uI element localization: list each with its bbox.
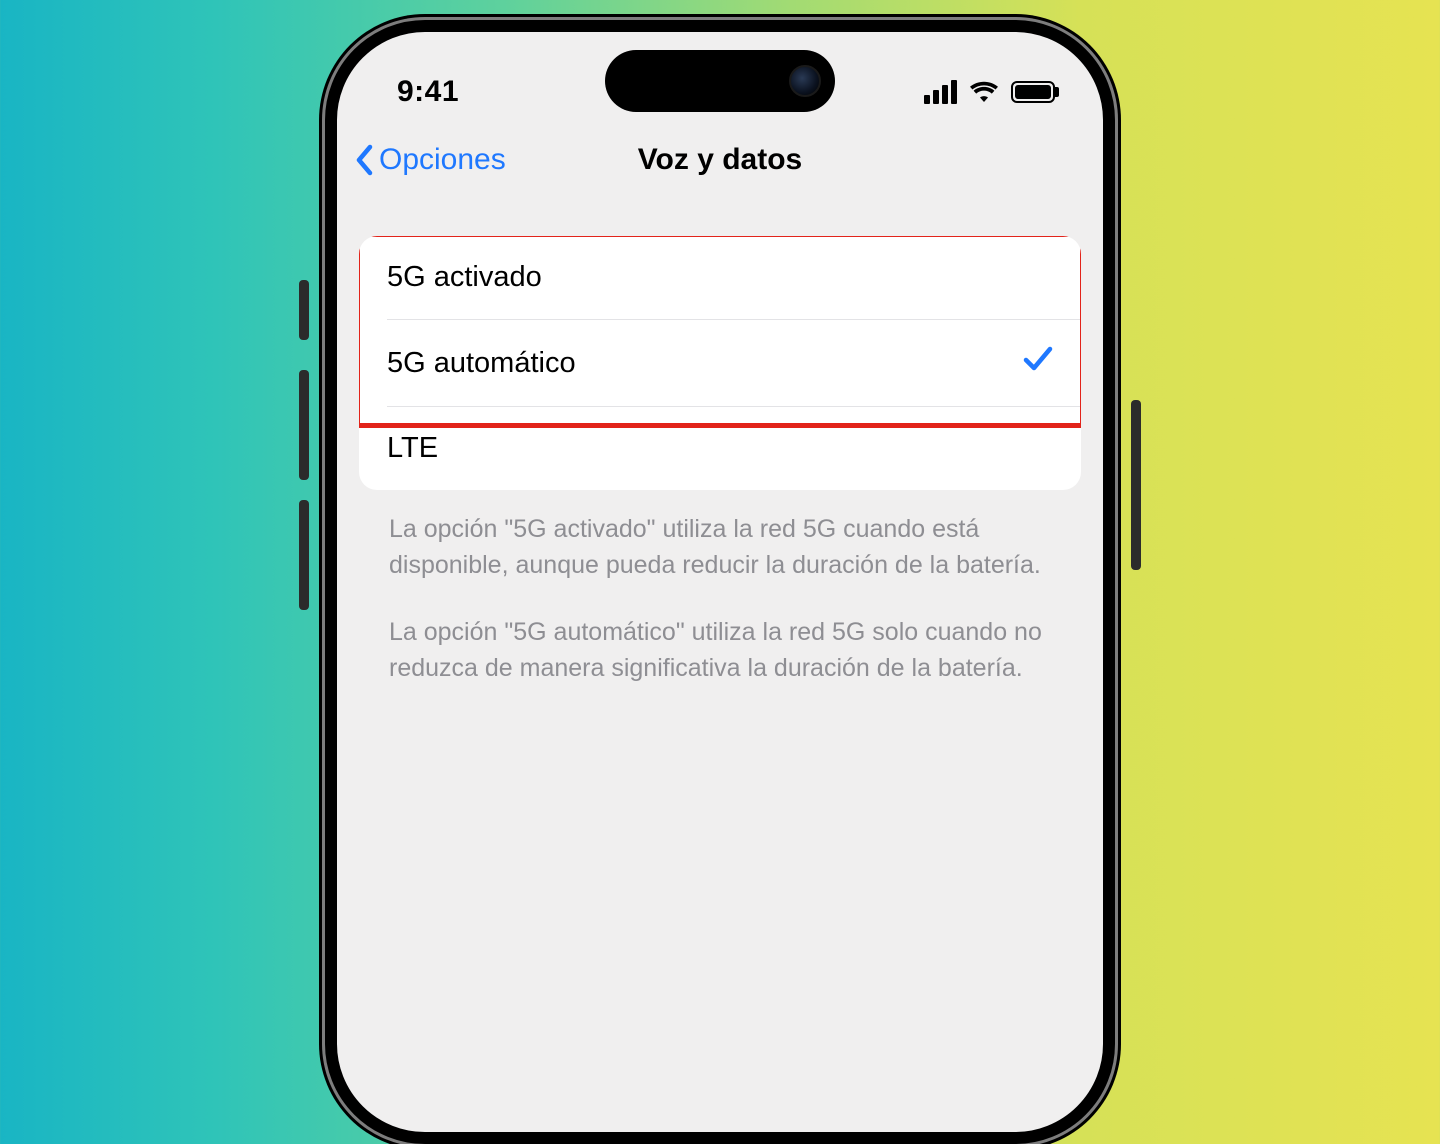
back-button[interactable]: Opciones xyxy=(355,143,506,177)
option-label: 5G automático xyxy=(387,347,576,380)
option-label: LTE xyxy=(387,432,438,465)
back-button-label: Opciones xyxy=(379,143,506,177)
description-5g-auto: La opción "5G automático" utiliza la red… xyxy=(389,615,1051,686)
wifi-icon xyxy=(969,81,999,103)
description-5g-on: La opción "5G activado" utiliza la red 5… xyxy=(389,512,1051,583)
battery-icon xyxy=(1011,81,1055,103)
option-lte[interactable]: LTE xyxy=(359,407,1081,490)
power-button xyxy=(1131,400,1141,570)
volume-up-button xyxy=(299,370,309,480)
voice-data-options-group: 5G activado 5G automático LTE xyxy=(359,236,1081,490)
front-camera-icon xyxy=(789,65,821,97)
option-label: 5G activado xyxy=(387,261,542,294)
options-description: La opción "5G activado" utiliza la red 5… xyxy=(359,490,1081,686)
chevron-left-icon xyxy=(355,144,375,176)
cellular-signal-icon xyxy=(924,80,957,104)
option-5g-auto[interactable]: 5G automático xyxy=(359,320,1081,406)
volume-mute-switch xyxy=(299,280,309,340)
option-5g-on[interactable]: 5G activado xyxy=(359,236,1081,319)
page-title: Voz y datos xyxy=(638,143,802,177)
dynamic-island xyxy=(605,50,835,112)
checkmark-icon xyxy=(1023,345,1053,381)
volume-down-button xyxy=(299,500,309,610)
status-time: 9:41 xyxy=(397,75,459,109)
iphone-frame: 9:41 xyxy=(325,20,1115,1144)
nav-bar: Opciones Voz y datos xyxy=(337,124,1103,196)
